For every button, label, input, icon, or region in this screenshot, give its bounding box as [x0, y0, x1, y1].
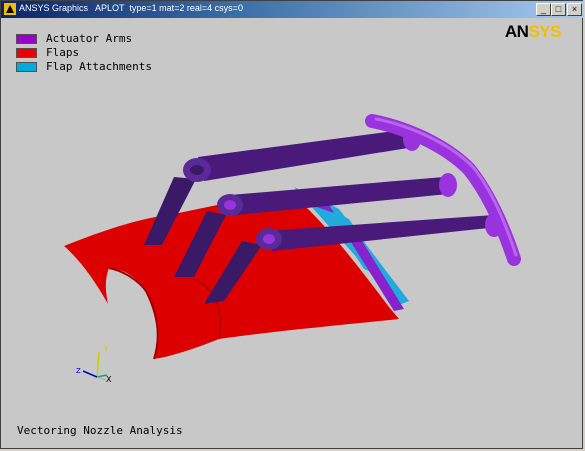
window-title: ANSYS Graphics APLOT type=1 mat=2 real=4… [19, 3, 243, 13]
ansys-logo: ANSYS [504, 22, 562, 42]
legend-swatch [16, 62, 37, 72]
joint-hole [224, 200, 236, 210]
close-button[interactable]: × [567, 3, 582, 16]
legend-label: Flaps [46, 46, 80, 59]
joint-hole [263, 234, 275, 244]
minimize-button[interactable]: _ [536, 3, 551, 16]
maximize-icon: □ [555, 4, 562, 14]
triad-y-label: Y [103, 345, 109, 353]
title-bar[interactable]: ANSYS Graphics APLOT type=1 mat=2 real=4… [1, 1, 584, 18]
close-icon: × [571, 4, 578, 14]
ansys-graphics-window: ANSYS Graphics APLOT type=1 mat=2 real=4… [0, 0, 584, 449]
actuator-arm-middle-end [439, 173, 457, 197]
plot-caption: Vectoring Nozzle Analysis [17, 424, 183, 437]
triad-x-label: X [106, 375, 112, 384]
graphics-viewport[interactable]: Y X Z Actuator Arms Flaps Flap Attachmen… [4, 19, 581, 447]
logo-text-an: AN [504, 22, 529, 41]
ansys-app-icon [4, 3, 16, 15]
triad-z-label: Z [76, 367, 81, 375]
legend-swatch [16, 48, 37, 58]
logo-text-sys: SYS [528, 22, 561, 41]
legend-label: Flap Attachments [46, 60, 152, 73]
triad-icon: Y X Z [76, 345, 112, 384]
actuator-arm-back-bar [198, 129, 414, 181]
minimize-icon: _ [540, 4, 546, 14]
legend-swatch [16, 34, 37, 44]
model-render: Y X Z [64, 114, 521, 384]
maximize-button[interactable]: □ [551, 3, 566, 16]
legend-label: Actuator Arms [46, 32, 133, 45]
joint-hole [190, 165, 204, 175]
